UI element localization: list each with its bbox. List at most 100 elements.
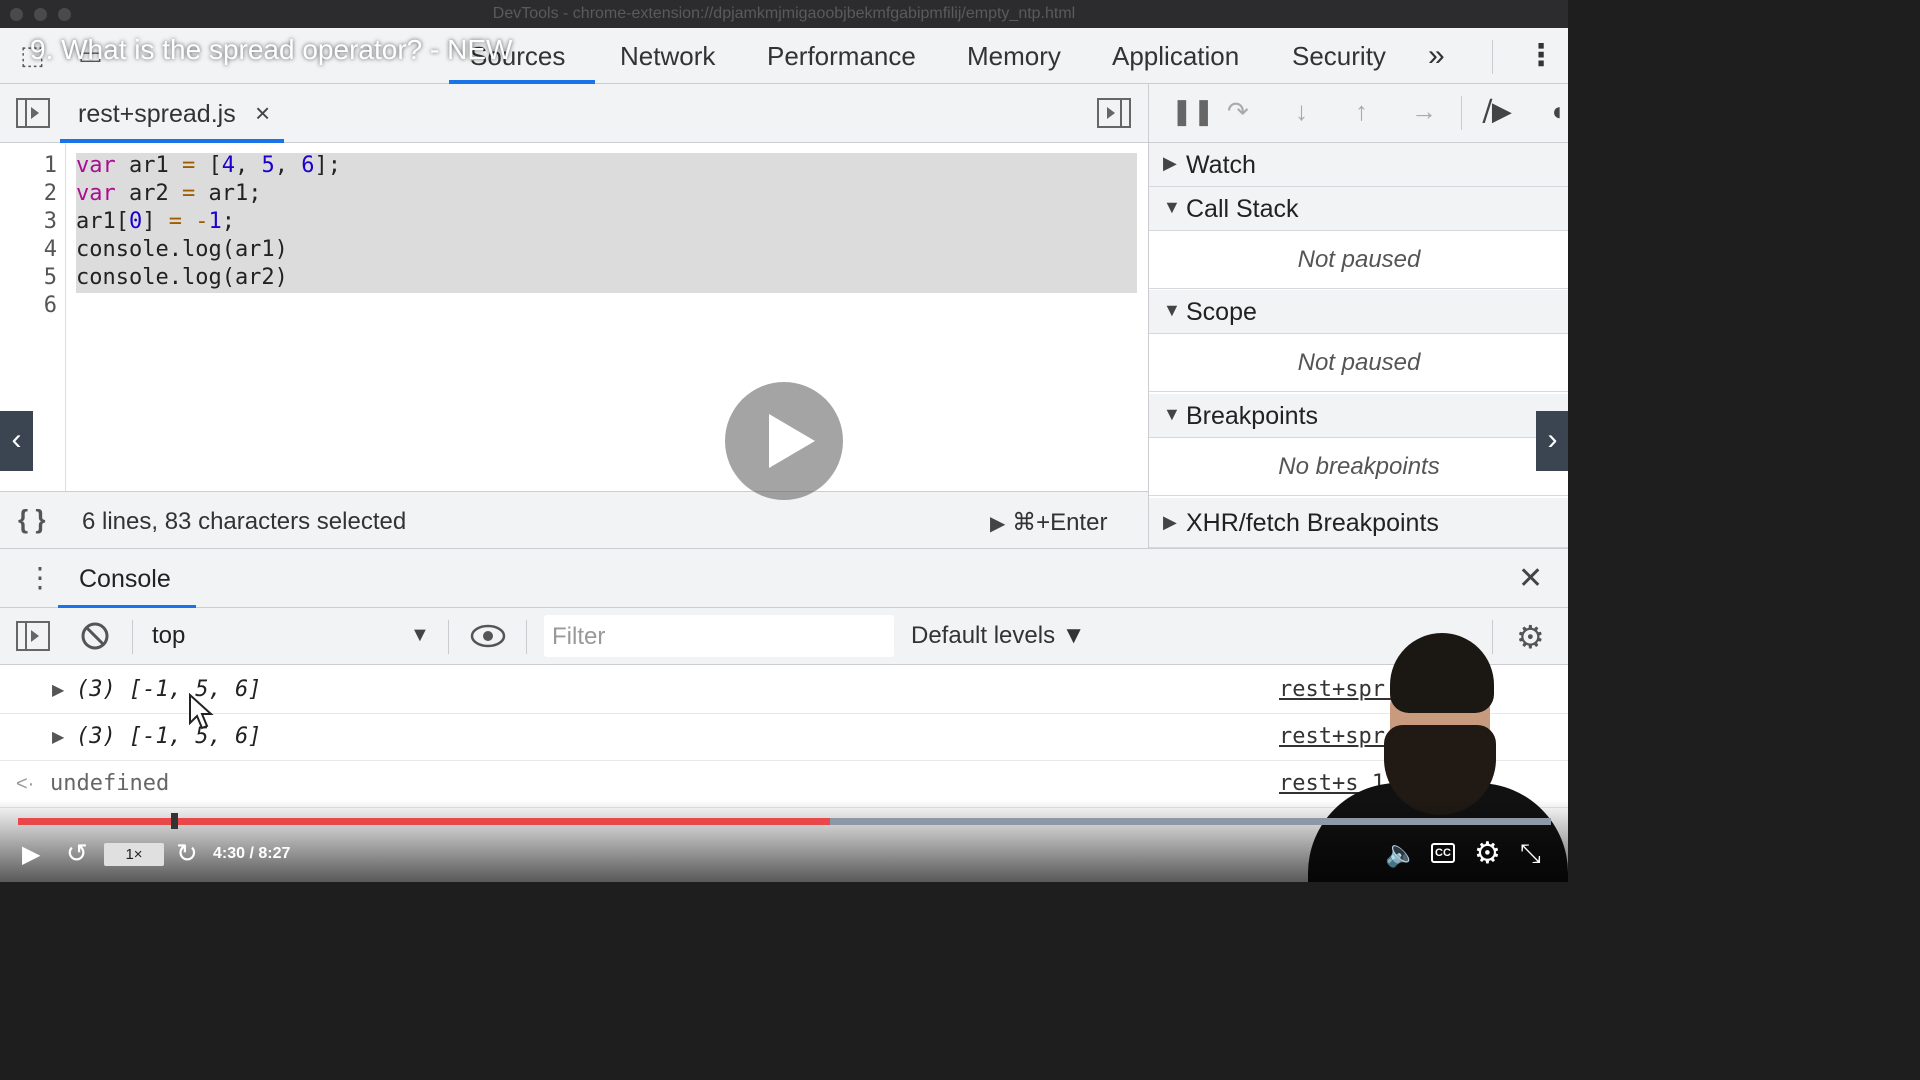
progress-played: [18, 818, 830, 825]
next-lecture-button[interactable]: ›: [1536, 411, 1568, 471]
code-line[interactable]: console.log(ar1): [76, 237, 288, 262]
drawer-menu-icon[interactable]: ⋮: [26, 561, 54, 594]
expand-arrow-icon: ▶: [1163, 512, 1177, 532]
video-title: 9. What is the spread operator? - NEW: [30, 34, 513, 65]
line-number: 3: [43, 209, 57, 234]
tab-memory[interactable]: Memory: [967, 28, 1061, 84]
deactivate-breakpoints-icon[interactable]: ⧸▶: [1483, 96, 1512, 128]
context-dropdown-arrow-icon[interactable]: ▼: [410, 624, 430, 647]
fullscreen-icon[interactable]: ⤡: [1520, 838, 1541, 870]
code-line[interactable]: ar1[0] = -1;: [76, 209, 235, 234]
volume-icon[interactable]: 🔈: [1385, 838, 1417, 869]
section-label: Watch: [1186, 151, 1256, 179]
step-out-icon[interactable]: ↑: [1355, 96, 1368, 127]
section-label: XHR/fetch Breakpoints: [1186, 509, 1439, 537]
window-titlebar: DevTools - chrome-extension://dpjamkmjmi…: [0, 0, 1568, 28]
code-line[interactable]: var ar2 = ar1;: [76, 181, 261, 206]
scope-empty: Not paused: [1149, 334, 1568, 392]
editor-tab-bar: rest+spread.js ×: [0, 84, 1148, 143]
toggle-navigator-icon[interactable]: [16, 98, 50, 128]
rewind-5s-icon[interactable]: ↺: [66, 838, 88, 869]
section-label: Call Stack: [1186, 195, 1299, 223]
code-line[interactable]: var ar1 = [4, 5, 6];: [76, 153, 341, 178]
pause-on-exceptions-icon[interactable]: ◖: [1549, 96, 1565, 127]
file-tab[interactable]: rest+spread.js: [78, 100, 236, 129]
code-line[interactable]: console.log(ar2): [76, 265, 288, 290]
mouse-cursor-icon: [189, 693, 214, 730]
toggle-debugger-icon[interactable]: [1097, 98, 1131, 128]
playback-time: 4:30 / 8:27: [213, 845, 291, 862]
collapse-arrow-icon: ▼: [1163, 300, 1181, 320]
console-sidebar-icon[interactable]: [16, 621, 50, 651]
presenter-webcam-hair: [1390, 633, 1494, 713]
playback-speed-button[interactable]: 1×: [104, 843, 164, 866]
debugger-toolbar: ❚❚ ↷ ↓ ↑ → ⧸▶ ◖: [1149, 84, 1568, 143]
play-icon: [769, 414, 815, 468]
tab-console[interactable]: Console: [79, 565, 171, 594]
return-arrow-icon: <·: [16, 773, 35, 795]
selection-info: 6 lines, 83 characters selected: [82, 508, 407, 535]
forward-5s-icon[interactable]: ↻: [176, 838, 198, 869]
expand-arrow-icon[interactable]: ▶: [52, 680, 64, 700]
log-value: (3) [-1, 5, 6]: [76, 724, 262, 749]
return-value: undefined: [50, 771, 170, 796]
section-watch[interactable]: ▶ Watch: [1149, 143, 1568, 187]
run-snippet-button[interactable]: ▶ ⌘+Enter: [990, 508, 1107, 537]
big-play-button[interactable]: [725, 382, 843, 500]
line-number: 4: [43, 237, 57, 262]
player-controls-gradient: [0, 800, 1568, 882]
zoom-window-dot[interactable]: [58, 8, 71, 21]
tab-security[interactable]: Security: [1292, 28, 1386, 84]
section-label: Scope: [1186, 298, 1257, 326]
line-number: 5: [43, 265, 57, 290]
pretty-print-icon[interactable]: { }: [18, 504, 45, 535]
section-label: Breakpoints: [1186, 402, 1319, 430]
step-into-icon[interactable]: ↓: [1295, 96, 1308, 127]
close-file-icon[interactable]: ×: [255, 98, 270, 129]
code-editor[interactable]: 1 2 3 4 5 6 var ar1 = [4, 5, 6]; var ar2…: [0, 143, 1148, 491]
close-window-dot[interactable]: [10, 8, 23, 21]
line-number: 1: [43, 153, 57, 178]
toolbar-divider: [1461, 96, 1462, 130]
buffer-marker: [171, 813, 178, 829]
settings-gear-icon[interactable]: ⚙: [1474, 836, 1501, 871]
tab-performance[interactable]: Performance: [767, 28, 916, 84]
line-number: 6: [43, 293, 57, 318]
breakpoints-empty: No breakpoints: [1149, 438, 1568, 496]
run-shortcut: ⌘+Enter: [1012, 509, 1108, 536]
section-xhr-breakpoints[interactable]: ▶ XHR/fetch Breakpoints: [1149, 498, 1568, 548]
debugger-sidebar: ❚❚ ↷ ↓ ↑ → ⧸▶ ◖ ▶ Watch ▼ Call Stack Not…: [1148, 84, 1568, 548]
pause-icon[interactable]: ❚❚: [1171, 96, 1215, 127]
minimize-window-dot[interactable]: [34, 8, 47, 21]
expand-arrow-icon[interactable]: ▶: [52, 727, 64, 747]
section-scope[interactable]: ▼ Scope: [1149, 290, 1568, 334]
more-options-icon[interactable]: ⋮: [1526, 28, 1556, 84]
close-drawer-icon[interactable]: ✕: [1518, 561, 1543, 596]
collapse-arrow-icon: ▼: [1163, 197, 1181, 217]
editor-status-bar: { } 6 lines, 83 characters selected ▶ ⌘+…: [0, 491, 1148, 548]
log-levels-dropdown[interactable]: Default levels ▼: [911, 622, 1086, 650]
call-stack-empty: Not paused: [1149, 231, 1568, 289]
more-tabs-icon[interactable]: »: [1428, 28, 1445, 84]
video-frame: DevTools - chrome-extension://dpjamkmjmi…: [0, 0, 1568, 882]
step-icon[interactable]: →: [1411, 96, 1437, 127]
toolbar-divider: [132, 620, 133, 654]
section-breakpoints[interactable]: ▼ Breakpoints: [1149, 394, 1568, 438]
console-filter-input[interactable]: Filter: [544, 615, 894, 657]
drawer-tab-bar: ⋮ Console ✕: [0, 548, 1568, 609]
previous-lecture-button[interactable]: ‹: [0, 411, 33, 471]
tab-network[interactable]: Network: [620, 28, 715, 84]
live-expression-eye-icon[interactable]: [470, 624, 506, 648]
context-selector[interactable]: top: [152, 622, 185, 650]
closed-captions-button[interactable]: CC: [1431, 843, 1455, 863]
clear-console-icon[interactable]: [80, 621, 110, 651]
log-value: (3) [-1, 5, 6]: [76, 677, 262, 702]
step-over-icon[interactable]: ↷: [1227, 96, 1249, 127]
tab-application[interactable]: Application: [1112, 28, 1239, 84]
expand-arrow-icon: ▶: [1163, 153, 1177, 173]
play-button[interactable]: ▶: [22, 840, 40, 869]
toolbar-divider: [448, 620, 449, 654]
collapse-arrow-icon: ▼: [1163, 404, 1181, 424]
toolbar-divider: [526, 620, 527, 654]
section-call-stack[interactable]: ▼ Call Stack: [1149, 187, 1568, 231]
